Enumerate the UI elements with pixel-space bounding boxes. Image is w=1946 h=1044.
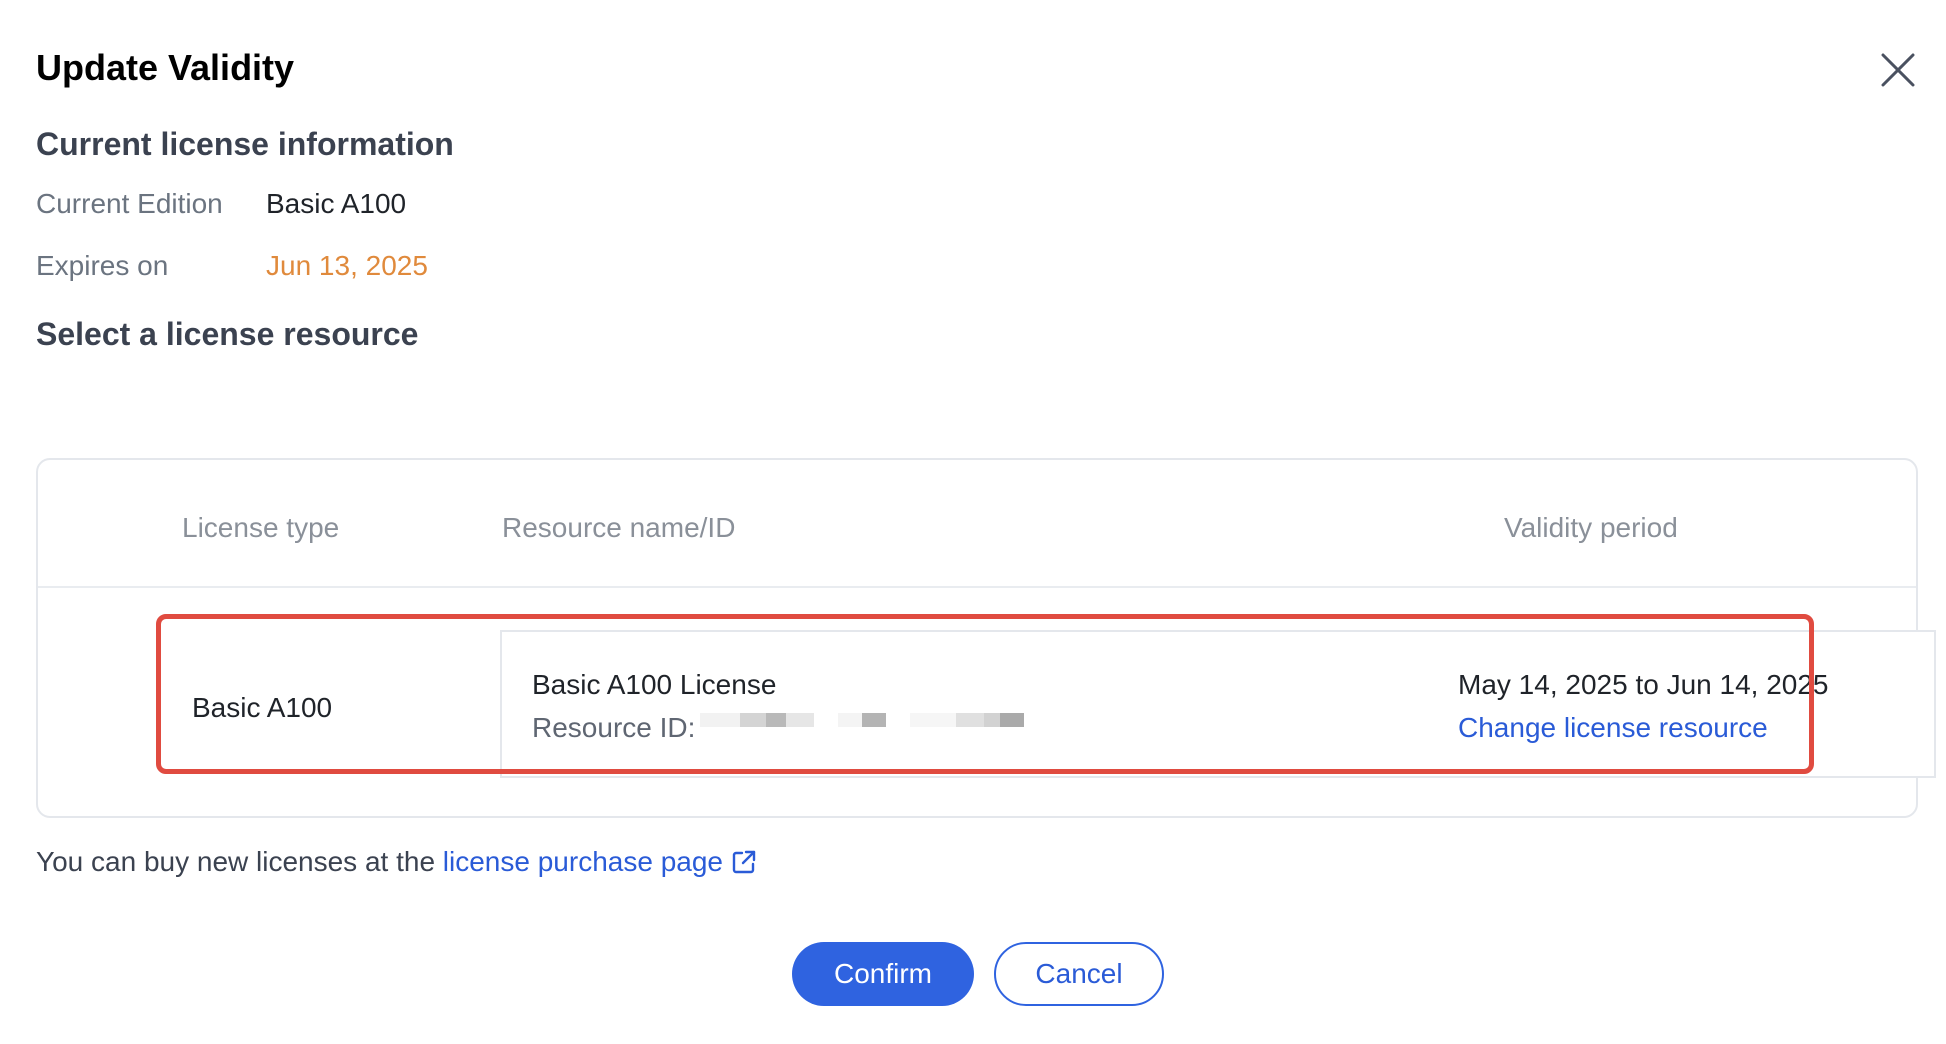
change-license-resource-link[interactable]: Change license resource — [1458, 708, 1768, 748]
row-resource-id-label: Resource ID: — [532, 712, 696, 743]
confirm-button[interactable]: Confirm — [792, 942, 974, 1006]
table-header-divider — [38, 586, 1916, 588]
select-resource-section-title: Select a license resource — [36, 316, 419, 352]
current-edition-label: Current Edition — [36, 188, 223, 219]
cancel-button[interactable]: Cancel — [994, 942, 1164, 1006]
redacted-resource-id — [700, 710, 1024, 730]
expires-on-value: Jun 13, 2025 — [266, 250, 428, 281]
row-license-type: Basic A100 — [192, 692, 333, 723]
row-resource-name: Basic A100 License — [532, 669, 777, 700]
purchase-note-text: You can buy new licenses at the — [36, 846, 443, 877]
purchase-note: You can buy new licenses at the license … — [36, 842, 757, 882]
license-purchase-page-label: license purchase page — [442, 846, 723, 877]
row-validity-period: May 14, 2025 to Jun 14, 2025 — [1458, 669, 1829, 700]
column-header-resource-name: Resource name/ID — [502, 512, 736, 543]
close-button[interactable] — [1870, 42, 1926, 98]
column-header-validity-period: Validity period — [1504, 512, 1678, 543]
license-purchase-page-link[interactable]: license purchase page — [443, 846, 757, 877]
expires-on-label: Expires on — [36, 250, 169, 281]
license-resource-table: License type Resource name/ID Validity p… — [36, 458, 1936, 818]
current-edition-value: Basic A100 — [266, 188, 407, 219]
external-link-icon — [732, 850, 756, 874]
current-license-section-title: Current license information — [36, 126, 454, 162]
dialog-title: Update Validity — [36, 47, 295, 88]
column-header-license-type: License type — [182, 512, 340, 543]
close-icon — [1881, 53, 1915, 87]
